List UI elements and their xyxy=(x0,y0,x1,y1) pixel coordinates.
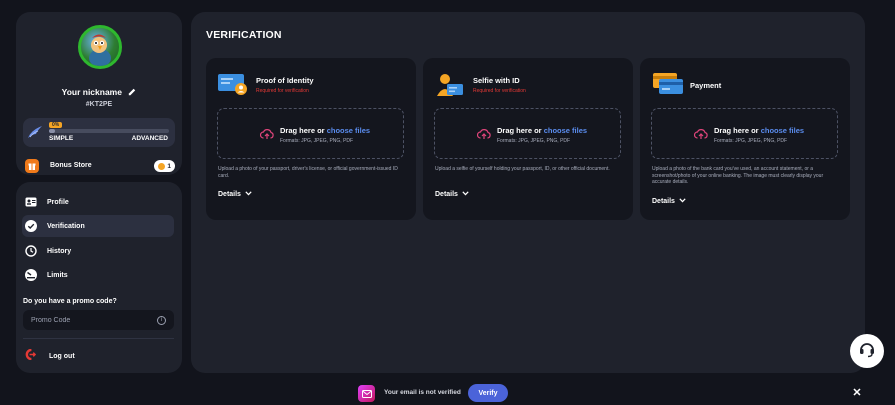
card-title: Proof of Identity xyxy=(256,76,314,85)
id-card-icon xyxy=(25,196,37,208)
bonus-count: 1 xyxy=(167,162,171,170)
logout-button[interactable]: Log out xyxy=(25,347,75,365)
details-label: Details xyxy=(218,191,241,198)
file-dropzone[interactable]: Drag here or choose files Formats: JPG, … xyxy=(651,108,838,159)
card-title: Selfie with ID xyxy=(473,76,520,85)
level-next-label: ADVANCED xyxy=(131,135,168,142)
upload-cloud-icon xyxy=(476,127,491,145)
card-description: Upload a selfie of yourself holding your… xyxy=(435,166,610,172)
dropzone-text: Drag here or choose files xyxy=(497,126,587,135)
account-nav: Profile Verification History Limits Do y… xyxy=(16,182,182,373)
avatar[interactable] xyxy=(78,25,122,69)
card-description: Upload a photo of your passport, driver'… xyxy=(218,166,398,179)
logout-icon xyxy=(25,347,37,365)
parrot-avatar-icon xyxy=(89,34,111,66)
payment-card: Payment Drag here or choose files Format… xyxy=(640,58,850,220)
bonus-store-label: Bonus Store xyxy=(50,162,92,169)
gift-icon xyxy=(25,159,39,173)
email-status-text: Your email is not verified xyxy=(384,389,461,396)
nav-item-profile[interactable]: Profile xyxy=(22,191,174,213)
divider xyxy=(23,338,174,339)
support-chat-button[interactable] xyxy=(850,334,884,368)
nav-item-history[interactable]: History xyxy=(22,240,174,262)
logout-label: Log out xyxy=(49,352,75,360)
dropzone-prompt: Drag here or xyxy=(497,126,544,135)
level-progress-fill xyxy=(49,129,55,133)
gauge-icon xyxy=(25,269,37,281)
credit-cards-icon xyxy=(652,72,684,101)
details-label: Details xyxy=(652,198,675,205)
required-note: Required for verification xyxy=(256,88,309,94)
profile-card: Your nickname #KT2PE 0% SIMPLE ADVANCED … xyxy=(16,12,182,175)
bonus-store-button[interactable]: Bonus Store 1 xyxy=(25,158,175,174)
upload-cloud-icon xyxy=(259,127,274,145)
selfie-with-id-card: Selfie with ID Required for verification… xyxy=(423,58,633,220)
card-title: Payment xyxy=(690,81,722,90)
formats-note: Formats: JPG, JPEG, PNG, PDF xyxy=(280,138,354,144)
nav-item-label: Verification xyxy=(47,222,85,230)
verify-email-button[interactable]: Verify xyxy=(468,384,508,402)
level-wing-icon xyxy=(27,125,43,144)
details-toggle[interactable]: Details xyxy=(218,191,252,198)
nav-item-label: Profile xyxy=(47,198,69,206)
dropzone-prompt: Drag here or xyxy=(714,126,761,135)
level-progress-track xyxy=(49,129,169,133)
card-description: Upload a photo of the bank card you've u… xyxy=(652,166,824,185)
level-current-label: SIMPLE xyxy=(49,135,74,142)
required-note: Required for verification xyxy=(473,88,526,94)
mail-icon xyxy=(358,385,375,402)
selfie-id-icon xyxy=(435,72,465,103)
details-toggle[interactable]: Details xyxy=(652,198,686,205)
verification-panel: VERIFICATION Proof of Identity Required … xyxy=(191,12,865,373)
nav-item-label: History xyxy=(47,247,72,255)
formats-note: Formats: JPG, JPEG, PNG, PDF xyxy=(497,138,571,144)
level-progress[interactable]: 0% SIMPLE ADVANCED xyxy=(23,118,175,147)
level-percent-badge: 0% xyxy=(49,122,63,128)
user-id: #KT2PE xyxy=(85,101,113,108)
file-dropzone[interactable]: Drag here or choose files Formats: JPG, … xyxy=(217,108,404,159)
choose-files-link[interactable]: choose files xyxy=(327,126,370,135)
dropzone-text: Drag here or choose files xyxy=(280,126,370,135)
dropzone-text: Drag here or choose files xyxy=(714,126,804,135)
chevron-down-icon xyxy=(245,191,252,198)
details-label: Details xyxy=(435,191,458,198)
file-dropzone[interactable]: Drag here or choose files Formats: JPG, … xyxy=(434,108,621,159)
history-icon xyxy=(25,245,37,257)
details-toggle[interactable]: Details xyxy=(435,191,469,198)
nickname-row[interactable]: Your nickname xyxy=(16,87,182,98)
choose-files-link[interactable]: choose files xyxy=(761,126,804,135)
close-icon[interactable]: ✕ xyxy=(850,386,864,400)
check-circle-icon xyxy=(25,220,37,232)
id-document-icon xyxy=(218,72,248,101)
nickname: Your nickname xyxy=(61,87,122,97)
headset-icon xyxy=(858,340,876,363)
formats-note: Formats: JPG, JPEG, PNG, PDF xyxy=(714,138,788,144)
bonus-count-badge: 1 xyxy=(154,160,175,172)
dropzone-prompt: Drag here or xyxy=(280,126,327,135)
upload-cloud-icon xyxy=(693,127,708,145)
chevron-down-icon xyxy=(679,198,686,205)
proof-of-identity-card: Proof of Identity Required for verificat… xyxy=(206,58,416,220)
info-icon[interactable]: i xyxy=(157,316,166,325)
coin-icon xyxy=(158,162,166,170)
email-verification-bar: Your email is not verified Verify ✕ xyxy=(0,381,895,405)
edit-pencil-icon[interactable] xyxy=(128,88,136,98)
chevron-down-icon xyxy=(462,191,469,198)
promo-label: Do you have a promo code? xyxy=(23,298,117,305)
choose-files-link[interactable]: choose files xyxy=(544,126,587,135)
page-title: VERIFICATION xyxy=(206,29,282,41)
nav-item-limits[interactable]: Limits xyxy=(22,264,174,286)
nav-item-label: Limits xyxy=(47,271,68,279)
nav-item-verification[interactable]: Verification xyxy=(22,215,174,237)
promo-code-input[interactable] xyxy=(23,310,174,330)
